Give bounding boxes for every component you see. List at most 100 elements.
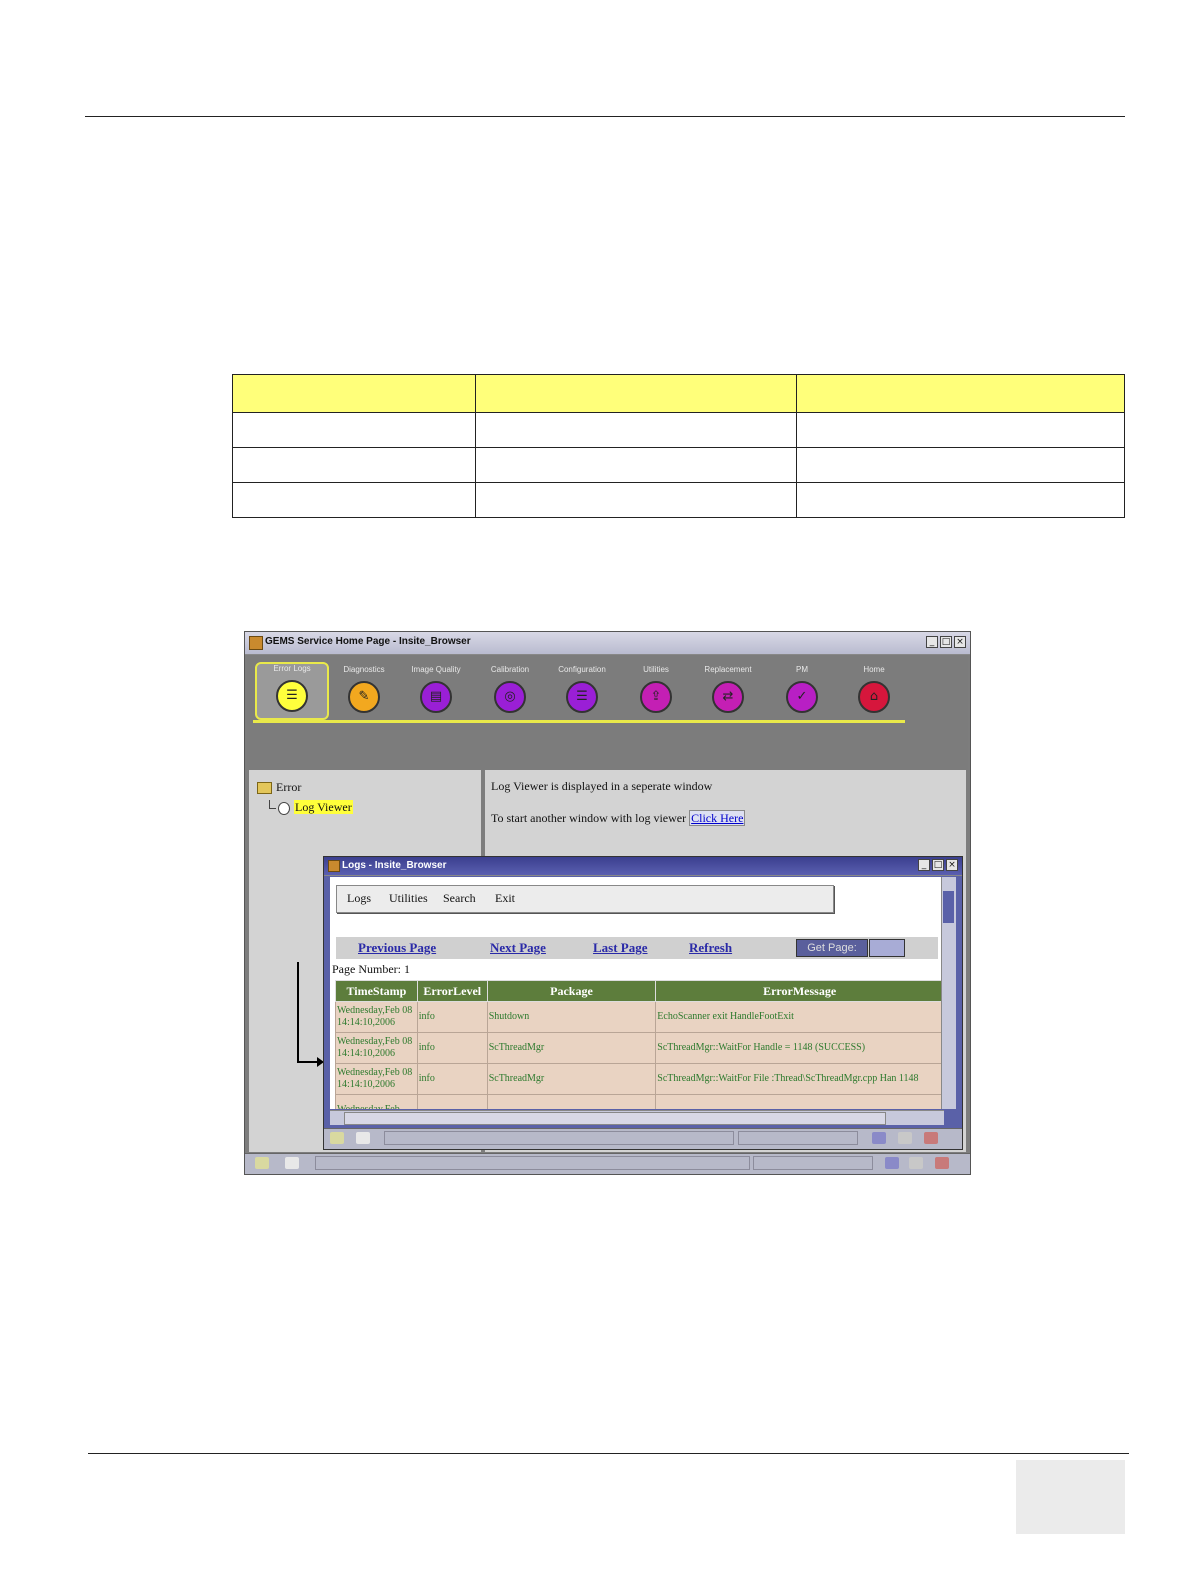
toolbar-underline [253,720,905,723]
table-cell: ScThreadMgr [486,1032,657,1064]
toolbar-ball-icon: ⌂ [858,681,890,713]
last-page-link[interactable]: Last Page [593,940,648,956]
page-nav-bar: Previous Page Next Page Last Page Refres… [336,937,938,959]
logs-window-controls: _ □ × [918,859,958,871]
close-button[interactable]: × [946,859,958,871]
status-field [315,1156,750,1170]
toolbar-button-replacement[interactable]: Replacement ⇄ [693,665,763,713]
menu-search[interactable]: Search [443,891,476,906]
scroll-thumb[interactable] [344,1112,886,1125]
toolbar-ball-icon: ✎ [348,681,380,713]
restart-message: To start another window with log viewer … [491,810,746,826]
header-rule [85,116,1125,117]
table-cell: Wednesday,Feb 08 14:14:10,2006 [335,1063,418,1095]
menu-utilities[interactable]: Utilities [389,891,428,906]
page-number-box [1016,1460,1125,1534]
toolbar-button-diagnostics[interactable]: Diagnostics ✎ [329,665,399,713]
tree-root[interactable]: Error [257,780,301,795]
tools-icon[interactable] [924,1132,938,1144]
toolbar-button-label: Utilities [643,665,669,674]
network-icon [872,1132,886,1144]
table-cell: Wednesday,Feb 08 14:14:10,2006 [335,1001,418,1033]
status-field [384,1131,734,1145]
edit-icon[interactable] [285,1157,299,1169]
security-icon [898,1132,912,1144]
main-status-bar [245,1153,970,1174]
status-field [753,1156,873,1170]
toolbar-ball-icon: ▤ [420,681,452,713]
tree-item-log-viewer[interactable]: Log Viewer [269,800,353,815]
callout-line [297,1061,319,1063]
toolbar-button-error-logs[interactable]: Error Logs ☰ [255,662,329,720]
table-cell: ScThreadMgr::WaitFor Handle = 1148 (SUCC… [655,1032,944,1064]
tree-branch-icon [269,800,276,809]
next-page-link[interactable]: Next Page [490,940,546,956]
logs-content: Logs Utilities Search Exit Previous Page… [330,877,944,1109]
table-cell [486,1094,657,1109]
maximize-button[interactable]: □ [932,859,944,871]
previous-page-link[interactable]: Previous Page [358,940,436,956]
table-cell: Wednesday,Feb [335,1094,418,1109]
network-icon [885,1157,899,1169]
refresh-link[interactable]: Refresh [689,940,732,956]
table-cell: ScThreadMgr [486,1063,657,1095]
toolbar-button-home[interactable]: Home ⌂ [839,665,909,713]
logs-menu-bar: Logs Utilities Search Exit [336,885,834,913]
maximize-button[interactable]: □ [940,636,952,648]
column-header: Package [486,980,657,1002]
folder-icon [257,782,272,795]
table-row[interactable]: Wednesday,Feb 08 14:14:10,2006 info Shutdo… [335,1001,944,1033]
toolbar-button-label: Error Logs [273,664,311,673]
empty-table [232,374,1125,518]
edit-icon[interactable] [356,1132,370,1144]
table-header-row [232,374,1125,413]
gear-icon[interactable] [330,1132,344,1144]
log-table: TimeStamp ErrorLevel Package ErrorMessage W… [335,980,944,1109]
log-table-header: TimeStamp ErrorLevel Package ErrorMessage [335,980,944,1002]
close-button[interactable]: × [954,636,966,648]
vertical-scrollbar[interactable] [941,877,956,1109]
security-icon [909,1157,923,1169]
tree-item-label: Log Viewer [294,800,353,814]
document-icon [278,801,290,815]
toolbar-button-pm[interactable]: PM ✓ [767,665,837,713]
toolbar-ball-icon: ☰ [276,680,308,712]
table-row[interactable]: Wednesday,Feb 08 14:14:10,2006 info ScThre… [335,1063,944,1095]
toolbar-button-label: Configuration [558,665,606,674]
table-row[interactable]: Wednesday,Feb [335,1094,944,1109]
table-cell: Shutdown [486,1001,657,1033]
scroll-thumb[interactable] [943,891,954,923]
toolbar-button-label: PM [796,665,808,674]
minimize-button[interactable]: _ [926,636,938,648]
table-cell [655,1094,944,1109]
click-here-link[interactable]: Click Here [689,810,746,826]
horizontal-scrollbar[interactable] [330,1110,944,1125]
get-page-input[interactable] [869,939,905,957]
footer-rule [88,1453,1129,1454]
column-header: ErrorLevel [416,980,488,1002]
minimize-button[interactable]: _ [918,859,930,871]
menu-logs[interactable]: Logs [347,891,371,906]
menu-exit[interactable]: Exit [495,891,515,906]
toolbar-button-label: Calibration [490,665,530,674]
viewer-message: Log Viewer is displayed in a seperate wi… [491,779,713,793]
get-page-button[interactable]: Get Page: [796,939,868,957]
tools-icon[interactable] [935,1157,949,1169]
table-row[interactable]: Wednesday,Feb 08 14:14:10,2006 info ScThre… [335,1032,944,1064]
page-number: Page Number: 1 [332,962,410,976]
toolbar-button-image-quality[interactable]: Image Quality ▤ [401,665,471,713]
toolbar-ball-icon: ✓ [786,681,818,713]
logs-window: Logs - Insite_Browser _ □ × Logs Utiliti… [323,856,963,1150]
table-cell [416,1094,488,1109]
column-header: ErrorMessage [655,980,944,1002]
toolbar-button-configuration[interactable]: Configuration ☰ [547,665,617,713]
toolbar-button-calibration[interactable]: Calibration ◎ [475,665,545,713]
status-field [738,1131,858,1145]
toolbar-button-label: Home [863,665,885,674]
table-row [232,482,1125,518]
table-cell: info [416,1001,488,1033]
gear-icon[interactable] [255,1157,269,1169]
toolbar-button-utilities[interactable]: Utilities ⇪ [621,665,691,713]
tree-root-label: Error [276,780,302,794]
logs-titlebar: Logs - Insite_Browser _ □ × [324,857,962,876]
